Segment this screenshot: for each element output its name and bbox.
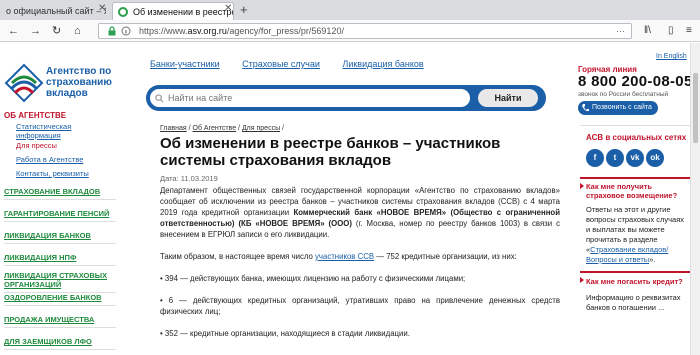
close-tab-icon[interactable]: ✕ [224,3,232,14]
social-links: f t vk ok [586,149,666,167]
facebook-icon[interactable]: f [586,149,604,167]
breadcrumb-about[interactable]: Об Агентстве [193,125,237,132]
social-heading: АСВ в социальных сетях [586,133,687,142]
free-call-note: звонок по России бесплатный [578,91,669,98]
site-search: Найти [146,85,546,111]
site-favicon-icon [118,7,128,17]
tab-title: Об изменении в реестре банк… [133,7,234,17]
hotline-phone[interactable]: 8 800 200-08-05 [578,73,690,90]
twitter-icon[interactable]: t [606,149,624,167]
lock-icon [108,26,116,36]
browser-tab-bar: о официальный сайт – Ян… ✕ Об изменении … [0,0,700,20]
link-insured-events[interactable]: Страховые случаи [242,59,320,69]
tab-title: о официальный сайт – Ян… [6,6,106,16]
article-list-item: • 6 — действующих кредитных организаций,… [160,296,560,316]
faq-box [580,177,690,189]
paragraph-text: — 752 кредитные организации, из них: [374,252,517,261]
home-icon[interactable]: ⌂ [74,24,81,38]
faq-question[interactable]: Как мне погасить кредит? [586,277,690,286]
address-bar[interactable]: https://www.asv.org.ru/agency/for_press/… [98,23,632,39]
url-path: /agency/for_press/pr/569120/ [226,26,344,36]
scrollbar-thumb[interactable] [693,73,698,143]
menu-sub-careers[interactable]: Работа в Агентстве [16,155,116,164]
search-icon [155,94,164,103]
faq-box [580,271,690,283]
search-button[interactable]: Найти [478,89,538,107]
article-paragraph: Департамент общественных связей государс… [160,185,560,240]
menu-sub-statistics[interactable]: Статистическая информация [16,122,116,140]
back-icon[interactable]: ← [8,24,19,38]
browser-tab-inactive[interactable]: о официальный сайт – Ян… [0,2,106,20]
call-button-label: Позвонить с сайта [592,104,652,111]
sidebar-icon[interactable]: ▯ [668,24,674,38]
article-list-item: • 352 — кредитные организации, находящие… [160,329,410,338]
reload-icon[interactable]: ↻ [52,24,61,38]
menu-item-deposit-insurance[interactable]: СТРАХОВАНИЕ ВКЛАДОВ [4,187,116,200]
search-input[interactable] [150,89,470,107]
article-paragraph: Таким образом, в настоящее время число у… [160,251,560,262]
forward-icon[interactable]: → [30,24,41,38]
scrollbar[interactable] [690,43,700,355]
menu-item-bank-liquidation[interactable]: ЛИКВИДАЦИЯ БАНКОВ [4,231,116,244]
menu-item-pension-guarantee[interactable]: ГАРАНТИРОВАНИЕ ПЕНСИЙ [4,209,116,222]
site-logo[interactable]: Агентство по страхованию вкладов [4,63,144,103]
menu-item-asset-sales[interactable]: ПРОДАЖА ИМУЩЕСТВА [4,315,116,328]
faq-question[interactable]: Как мне получить страховое возмещение? [586,182,690,200]
logo-text: Агентство по страхованию вкладов [46,66,112,99]
english-link[interactable]: In English [656,53,687,60]
page-title: Об изменении в реестре банков – участник… [160,135,501,169]
url-domain: asv.org.ru [187,26,227,36]
page-actions-icon[interactable]: ··· [616,25,625,38]
menu-item-borrowers[interactable]: ДЛЯ ЗАЕМЩИКОВ ЛФО [4,337,116,350]
menu-item-npf-liquidation[interactable]: ЛИКВИДАЦИЯ НПФ [4,253,116,266]
menu-sub-press[interactable]: Для прессы [16,141,116,150]
ok-icon[interactable]: ok [646,149,664,167]
faq-answer: Ответы на этот и другие вопросы страховы… [586,205,690,265]
call-from-site-button[interactable]: Позвонить с сайта [578,101,658,115]
web-page: Агентство по страхованию вкладов Банки-у… [0,43,690,355]
article-list-item: • 394 — действующих банка, имеющих лицен… [160,274,466,283]
browser-nav-bar: ← → ↻ ⌂ https://www.asv.org.ru/agency/fo… [0,20,700,42]
page-info-icon[interactable] [121,26,131,36]
asv-logo-icon [4,63,44,103]
url-scheme: https://www. [139,26,188,36]
menu-heading-about[interactable]: ОБ АГЕНТСТВЕ [4,111,66,120]
breadcrumb-press[interactable]: Для прессы [242,125,280,132]
new-tab-icon[interactable]: + [240,2,248,18]
menu-sub-contacts[interactable]: Контакты, реквизиты [16,169,116,178]
vk-icon[interactable]: vk [626,149,644,167]
browser-tab-active[interactable]: Об изменении в реестре банк… [112,2,234,20]
breadcrumb: Главная / Об Агентстве / Для прессы / [160,125,284,132]
chevron-right-icon [580,277,584,283]
link-member-banks[interactable]: Банки-участники [150,59,220,69]
menu-icon[interactable]: ≡ [686,24,692,38]
library-icon[interactable]: ‖\ [644,24,651,38]
faq-answer-text: ». [649,255,656,264]
menu-item-insurer-liquidation[interactable]: ЛИКВИДАЦИЯ СТРАХОВЫХ ОРГАНИЗАЦИЙ [4,271,116,293]
chevron-right-icon [580,183,584,189]
menu-item-bank-rehabilitation[interactable]: ОЗДОРОВЛЕНИЕ БАНКОВ [4,293,116,306]
phone-icon [582,104,589,112]
divider [580,125,690,126]
members-link[interactable]: участников ССВ [315,252,374,261]
top-links: Банки-участники Страховые случаи Ликвида… [150,59,444,69]
paragraph-text: Таким образом, в настоящее время число [160,252,316,261]
link-bank-liquidation[interactable]: Ликвидация банков [342,59,423,69]
breadcrumb-home[interactable]: Главная [160,125,187,132]
article-date: Дата: 11.03.2019 [160,174,218,183]
close-tab-icon[interactable]: ✕ [98,3,106,14]
url-text: https://www.asv.org.ru/agency/for_press/… [139,25,344,38]
faq-link[interactable]: Страхование вкладов/Вопросы и ответы [586,245,668,264]
faq-answer: Информацию о реквизитах банков о погашен… [586,293,681,312]
